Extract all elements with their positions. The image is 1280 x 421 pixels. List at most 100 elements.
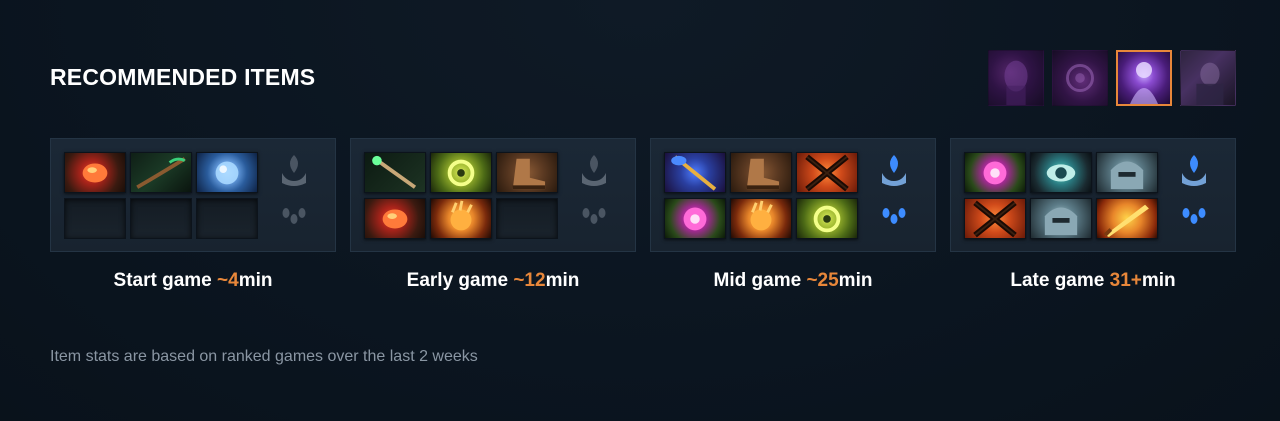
ring-item-icon[interactable] — [796, 198, 858, 239]
stage-label: Start game ~4min — [50, 270, 336, 292]
ring-icon — [447, 159, 475, 187]
helm-item-icon[interactable] — [1030, 198, 1092, 239]
hero-portrait-icon — [1066, 64, 1094, 92]
neutral-item-slot — [276, 151, 312, 191]
neutral-token-slot — [576, 197, 612, 237]
boots-item-icon[interactable] — [730, 152, 792, 193]
neutral-item-slot — [576, 151, 612, 191]
neutral-slots — [1176, 151, 1216, 243]
hero-tab-3[interactable] — [1116, 50, 1172, 106]
hero-portrait-icon — [1130, 62, 1158, 104]
wand-item-icon[interactable] — [364, 152, 426, 193]
stage-name: Late game — [1010, 270, 1110, 291]
neutral-item-slot — [876, 151, 912, 191]
gauntlet-icon — [450, 200, 473, 231]
item-grid — [664, 152, 858, 239]
swords-item-icon[interactable] — [796, 152, 858, 193]
item-build-panel — [350, 138, 636, 252]
item-build-panel — [50, 138, 336, 252]
blade-item-icon[interactable] — [1096, 198, 1158, 239]
empty-item-slot — [496, 198, 558, 239]
swords-item-icon[interactable] — [964, 198, 1026, 239]
hero-portrait-icon — [1196, 62, 1224, 105]
empty-item-slot — [196, 198, 258, 239]
neutral-slots — [576, 151, 616, 243]
hero-tab-2[interactable] — [1052, 50, 1108, 106]
mango-item-icon[interactable] — [364, 198, 426, 239]
stage-time: 31+ — [1109, 270, 1142, 291]
mango-item-icon[interactable] — [64, 152, 126, 193]
empty-item-slot — [64, 198, 126, 239]
stage-name: Start game — [113, 270, 218, 291]
stage-time: ~12 — [513, 270, 546, 291]
stage-time-unit: min — [838, 270, 873, 291]
ring-item-icon[interactable] — [430, 152, 492, 193]
eye-icon — [1046, 164, 1076, 182]
helm-icon — [1044, 207, 1078, 236]
eye-item-icon[interactable] — [1030, 152, 1092, 193]
item-grid — [964, 152, 1158, 239]
neutral-slot-icon — [882, 155, 906, 186]
boots-item-icon[interactable] — [496, 152, 558, 193]
neutral-token-icon — [882, 208, 906, 224]
stage-3: Late game 31+min — [950, 138, 1236, 292]
stage-name: Early game — [406, 270, 514, 291]
stage-name: Mid game — [713, 270, 807, 291]
orb-icon — [215, 161, 239, 185]
wand-icon — [372, 155, 417, 189]
helm-icon — [1110, 161, 1144, 190]
hero-tab-4[interactable] — [1180, 50, 1236, 106]
neutral-token-icon — [582, 208, 606, 224]
helm-item-icon[interactable] — [1096, 152, 1158, 193]
stage-0: Start game ~4min — [50, 138, 336, 292]
neutral-token-slot — [876, 197, 912, 237]
hero-portrait-icon — [1004, 60, 1028, 105]
item-build-panel — [650, 138, 936, 252]
swords-icon — [805, 154, 849, 192]
neutral-slots — [876, 151, 916, 243]
neutral-token-icon — [282, 208, 306, 224]
neutral-slots — [276, 151, 316, 243]
staff-item-icon[interactable] — [664, 152, 726, 193]
branch-item-icon[interactable] — [130, 152, 192, 193]
item-grid — [364, 152, 558, 239]
neutral-token-slot — [276, 197, 312, 237]
ring-icon — [813, 205, 841, 233]
boots-icon — [512, 158, 546, 190]
stage-1: Early game ~12min — [350, 138, 636, 292]
branch-icon — [136, 157, 186, 189]
neutral-item-slot — [1176, 151, 1212, 191]
neutral-slot-icon — [1182, 155, 1206, 186]
stage-time-unit: min — [545, 270, 580, 291]
stage-2: Mid game ~25min — [650, 138, 936, 292]
gauntlet-item-icon[interactable] — [430, 198, 492, 239]
neutral-slot-icon — [282, 155, 306, 186]
blade-icon — [1103, 204, 1149, 238]
gauntlet-item-icon[interactable] — [730, 198, 792, 239]
neutral-token-slot — [1176, 197, 1212, 237]
orb-item-icon[interactable] — [196, 152, 258, 193]
item-grid — [64, 152, 258, 239]
neutral-token-icon — [1182, 208, 1206, 224]
stage-time: ~4 — [217, 270, 239, 291]
hero-tab-1[interactable] — [988, 50, 1044, 106]
staff-icon — [671, 155, 717, 191]
page-title: RECOMMENDED ITEMS — [50, 64, 316, 90]
hero-tabs — [988, 50, 1236, 106]
stage-label: Mid game ~25min — [650, 270, 936, 292]
footnote: Item stats are based on ranked games ove… — [50, 348, 478, 365]
mango-icon — [82, 163, 108, 183]
mango-icon — [382, 209, 408, 229]
orchid-item-icon[interactable] — [964, 152, 1026, 193]
gauntlet-icon — [750, 200, 773, 231]
boots-icon — [746, 158, 780, 190]
empty-item-slot — [130, 198, 192, 239]
stage-time-unit: min — [1141, 270, 1176, 291]
stage-time: ~25 — [806, 270, 839, 291]
item-build-panel — [950, 138, 1236, 252]
orchid-item-icon[interactable] — [664, 198, 726, 239]
neutral-slot-icon — [582, 155, 606, 186]
stage-label: Early game ~12min — [350, 270, 636, 292]
orchid-icon — [983, 161, 1007, 185]
stage-time-unit: min — [238, 270, 273, 291]
